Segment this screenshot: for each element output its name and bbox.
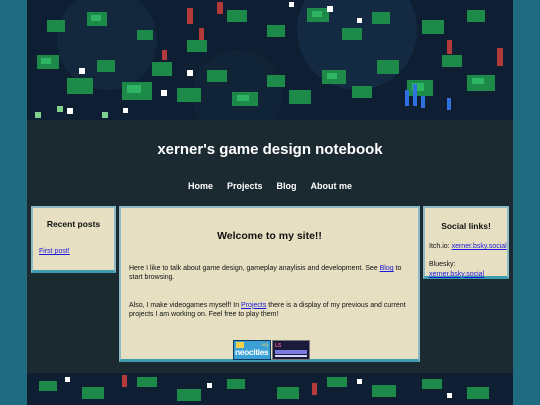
neocities-badge[interactable]: neocities .org — [233, 340, 271, 360]
nav-blog[interactable]: Blog — [277, 181, 297, 191]
nav-projects[interactable]: Projects — [227, 181, 263, 191]
welcome-paragraph-2: Also, I make videogames myself! In Proje… — [129, 301, 406, 319]
blog-link[interactable]: Blog — [380, 265, 394, 272]
projects-link[interactable]: Projects — [241, 302, 266, 309]
footer-banner-image — [27, 373, 513, 405]
recent-post-link[interactable]: First post! — [39, 248, 70, 255]
site-button-badge[interactable]: LS — [272, 340, 310, 360]
page-container: xerner's game design notebook Home Proje… — [27, 0, 513, 405]
welcome-panel: Welcome to my site!! Here I like to talk… — [119, 206, 420, 362]
main-nav: Home Projects Blog About me — [27, 181, 513, 191]
bluesky-row: Bluesky: xerner.bsky.social — [429, 261, 485, 278]
itchio-row: Itch.io: xerner.bsky.social — [429, 243, 507, 250]
social-links-heading: Social links! — [441, 221, 491, 231]
nav-about-me[interactable]: About me — [311, 181, 353, 191]
social-links-panel: Social links! Itch.io: xerner.bsky.socia… — [423, 206, 509, 279]
welcome-paragraph-1: Here I like to talk about game design, g… — [129, 265, 402, 282]
badge-stripe-icon — [275, 350, 307, 354]
itchio-link[interactable]: xerner.bsky.social — [452, 243, 507, 250]
nav-home[interactable]: Home — [188, 181, 213, 191]
recent-posts-panel: Recent posts First post! — [31, 206, 116, 273]
welcome-heading: Welcome to my site!! — [217, 230, 322, 242]
header-banner-image — [27, 0, 513, 120]
badge-line-icon — [275, 355, 307, 357]
bluesky-link[interactable]: xerner.bsky.social — [429, 271, 484, 278]
recent-posts-heading: Recent posts — [46, 219, 101, 229]
site-title: xerner's game design notebook — [157, 141, 383, 158]
